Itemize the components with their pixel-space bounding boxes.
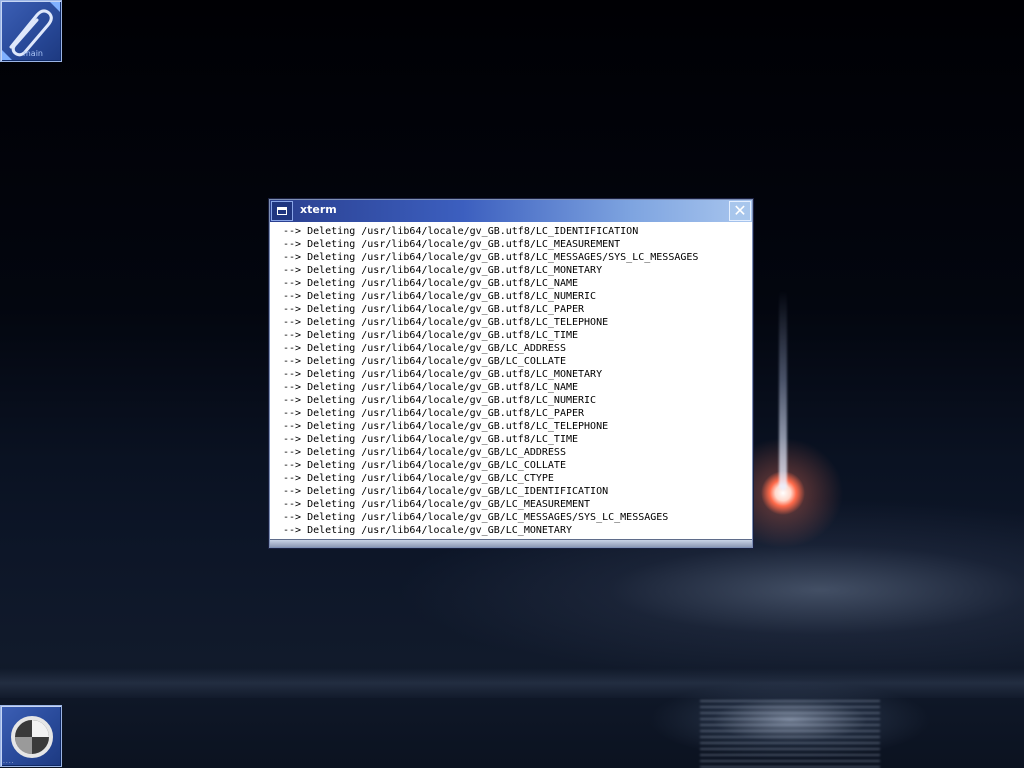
terminal-line: --> Deleting /usr/lib64/locale/gv_GB.utf… [283,408,585,419]
window-titlebar[interactable]: xterm ✕ [270,200,752,222]
terminal-line: --> Deleting /usr/lib64/locale/gv_GB/LC_… [283,356,566,367]
desktop-icon-caption: main [23,49,43,58]
terminal-line: --> Deleting /usr/lib64/locale/gv_GB.utf… [283,382,579,393]
terminal-line: --> Deleting /usr/lib64/locale/gv_GB.utf… [283,304,585,315]
desktop-icon-caption: .... [3,758,15,765]
wallpaper-light-beam [779,290,787,490]
terminal-line: --> Deleting /usr/lib64/locale/gv_GB.utf… [283,239,621,250]
terminal-line: --> Deleting /usr/lib64/locale/gv_GB/LC_… [283,460,566,471]
terminal-line: --> Deleting /usr/lib64/locale/gv_GB/LC_… [283,499,591,510]
close-icon: ✕ [733,201,747,220]
terminal-line: --> Deleting /usr/lib64/locale/gv_GB/LC_… [283,512,669,523]
terminal-line: --> Deleting /usr/lib64/locale/gv_GB/LC_… [283,486,609,497]
terminal-line: --> Deleting /usr/lib64/locale/gv_GB.utf… [283,395,597,406]
terminal-line: --> Deleting /usr/lib64/locale/gv_GB.utf… [283,421,609,432]
window-menu-button[interactable] [271,201,293,221]
window-menu-icon [277,207,287,215]
desktop-icon-main[interactable]: main [0,0,62,62]
terminal-line: --> Deleting /usr/lib64/locale/gv_GB.utf… [283,265,603,276]
window-title: xterm [300,203,337,216]
clock-icon [11,716,53,758]
terminal-line: --> Deleting /usr/lib64/locale/gv_GB/LC_… [283,525,572,536]
terminal-line: --> Deleting /usr/lib64/locale/gv_GB/LC_… [283,447,566,458]
terminal-line: --> Deleting /usr/lib64/locale/gv_GB.utf… [283,317,609,328]
window-bottom-border[interactable] [270,539,752,547]
desktop: main .... xterm ✕ --> Deleting /usr/lib6… [0,0,1024,768]
desktop-icon-clock[interactable]: .... [0,705,62,767]
close-button[interactable]: ✕ [729,201,751,221]
terminal-line: --> Deleting /usr/lib64/locale/gv_GB.utf… [283,369,603,380]
terminal-line: --> Deleting /usr/lib64/locale/gv_GB/LC_… [283,473,554,484]
terminal-line: --> Deleting /usr/lib64/locale/gv_GB.utf… [283,252,699,263]
wallpaper-sea-reflection [700,700,880,768]
terminal-line: --> Deleting /usr/lib64/locale/gv_GB.utf… [283,291,597,302]
terminal-line: --> Deleting /usr/lib64/locale/gv_GB.utf… [283,226,639,237]
terminal-line: --> Deleting /usr/lib64/locale/gv_GB.utf… [283,330,579,341]
xterm-window[interactable]: xterm ✕ --> Deleting /usr/lib64/locale/g… [269,199,753,548]
terminal-output[interactable]: --> Deleting /usr/lib64/locale/gv_GB.utf… [270,222,752,539]
terminal-line: --> Deleting /usr/lib64/locale/gv_GB/LC_… [283,343,566,354]
wallpaper-horizon [0,668,1024,698]
terminal-line: --> Deleting /usr/lib64/locale/gv_GB.utf… [283,434,579,445]
terminal-line: --> Deleting /usr/lib64/locale/gv_GB.utf… [283,278,579,289]
